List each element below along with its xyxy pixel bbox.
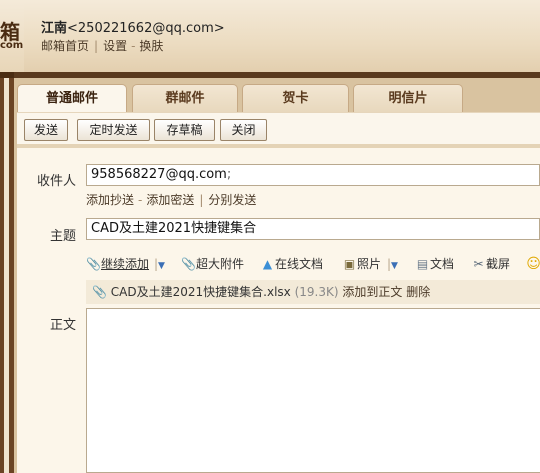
subject-label: 主题 <box>49 229 76 244</box>
subject-value: CAD及土建2021快捷键集合 <box>91 221 257 236</box>
delete-attachment-link[interactable]: 删除 <box>406 285 430 299</box>
continue-add-label: 继续添加 <box>101 257 150 271</box>
skin-link[interactable]: 换肤 <box>139 39 163 53</box>
chevron-down-icon: ▼ <box>158 261 165 271</box>
photo-dropdown[interactable]: |▼ <box>387 255 398 273</box>
continue-add-button[interactable]: 📎继续添加 <box>86 255 149 273</box>
emoji-button[interactable]: ☺ <box>526 255 540 273</box>
body-label: 正文 <box>49 318 76 333</box>
divider: - <box>138 193 143 207</box>
photo-button[interactable]: ▣ 照片 <box>342 255 381 273</box>
add-cc-link[interactable]: 添加抄送 <box>86 193 134 207</box>
doc-label: 文档 <box>430 257 455 271</box>
large-attach-label: 超大附件 <box>196 257 245 271</box>
divider: - <box>131 39 136 53</box>
user-email: <250221662@qq.com> <box>67 21 225 36</box>
recipient-options: 添加抄送 - 添加密送 | 分别发送 <box>86 191 256 208</box>
tab-greeting-card[interactable]: 贺卡 <box>242 84 349 112</box>
user-name: 江南 <box>41 21 68 36</box>
online-doc-label: 在线文档 <box>275 257 324 271</box>
online-doc-button[interactable]: ▲ 在线文档 <box>260 255 323 273</box>
compose-toolbar: 发送 定时发送 存草稿 关闭 <box>17 112 540 144</box>
add-to-body-link[interactable]: 添加到正文 <box>342 285 402 299</box>
divider: | <box>94 39 99 53</box>
continue-add-dropdown[interactable]: |▼ <box>154 255 165 273</box>
tab-postcard[interactable]: 明信片 <box>353 84 463 112</box>
to-suffix: ; <box>226 167 232 182</box>
paperclip-icon: 📎 <box>86 257 101 271</box>
left-rail-inner <box>4 72 9 473</box>
send-button[interactable]: 发送 <box>24 119 68 141</box>
attachment-row: 📎 CAD及土建2021快捷键集合.xlsx (19.3K) 添加到正文 删除 <box>86 280 540 304</box>
to-label: 收件人 <box>36 174 76 189</box>
document-icon: ▤ <box>416 257 429 271</box>
attachment-size: (19.3K) <box>294 285 339 299</box>
mail-header: 箱 com 江南<250221662@qq.com> 邮箱首页 | 设置 - 换肤 <box>0 0 540 72</box>
attachment-filename[interactable]: CAD及土建2021快捷键集合.xlsx <box>111 285 291 299</box>
tab-normal-mail[interactable]: 普通邮件 <box>17 84 127 114</box>
photo-label: 照片 <box>357 257 382 271</box>
smiley-icon: ☺ <box>526 256 540 272</box>
scissors-icon: ✂ <box>473 257 484 271</box>
user-identity: 江南<250221662@qq.com> <box>41 17 225 36</box>
large-attach-icon: 📎 <box>181 257 196 271</box>
header-links: 邮箱首页 | 设置 - 换肤 <box>41 37 163 54</box>
mail-home-link[interactable]: 邮箱首页 <box>41 39 89 53</box>
settings-link[interactable]: 设置 <box>103 39 127 53</box>
to-value: 958568227@qq.com <box>91 167 227 182</box>
paperclip-icon: 📎 <box>92 285 107 299</box>
large-attach-button[interactable]: 📎超大附件 <box>181 255 244 273</box>
screenshot-button[interactable]: ✂ 截屏 <box>471 255 510 273</box>
subject-field[interactable]: CAD及土建2021快捷键集合 <box>86 218 540 240</box>
separate-send-link[interactable]: 分别发送 <box>208 193 256 207</box>
left-rail-cap <box>0 72 14 78</box>
close-button[interactable]: 关闭 <box>220 119 267 141</box>
schedule-send-button[interactable]: 定时发送 <box>77 119 150 141</box>
save-draft-button[interactable]: 存草稿 <box>154 119 215 141</box>
to-field[interactable]: 958568227@qq.com; <box>86 164 540 186</box>
tab-group-mail[interactable]: 群邮件 <box>132 84 238 112</box>
doc-button[interactable]: ▤ 文档 <box>415 255 454 273</box>
screenshot-label: 截屏 <box>486 257 511 271</box>
chevron-down-icon: ▼ <box>391 261 398 271</box>
logo-domain: com <box>0 40 24 51</box>
add-bcc-link[interactable]: 添加密送 <box>146 193 194 207</box>
photo-icon: ▣ <box>343 257 356 271</box>
online-doc-icon: ▲ <box>262 257 273 271</box>
body-editor[interactable] <box>86 308 540 473</box>
divider: | <box>199 193 204 207</box>
